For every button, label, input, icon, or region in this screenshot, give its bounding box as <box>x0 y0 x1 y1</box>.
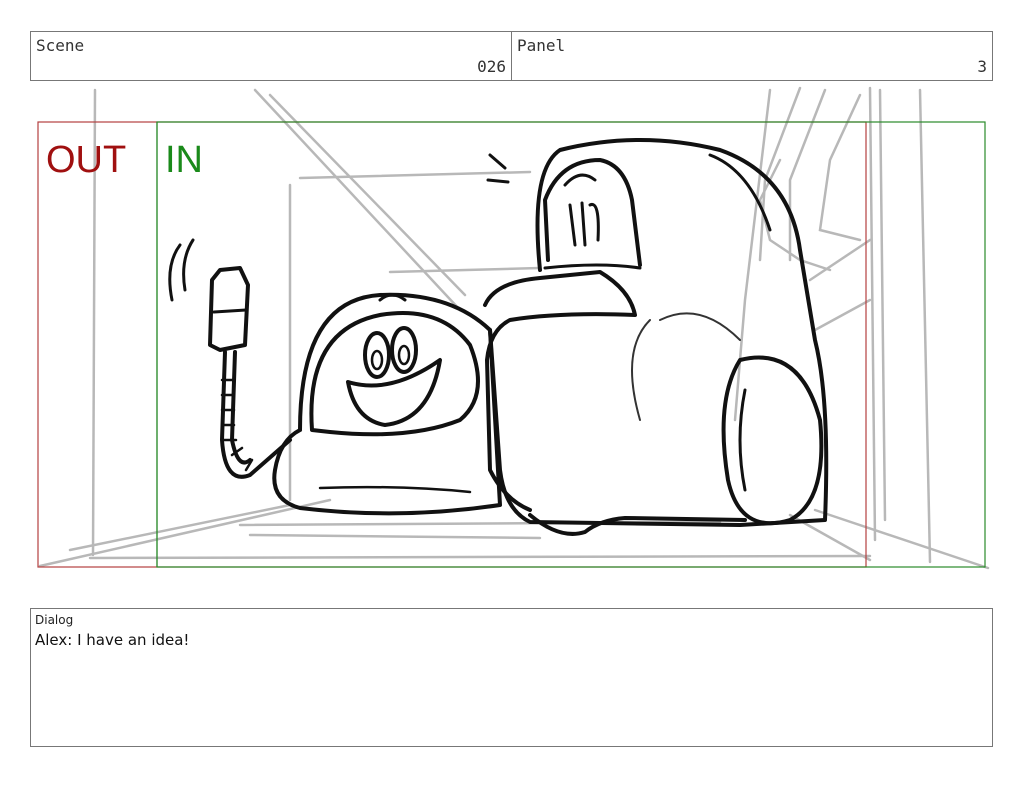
panel-label: Panel <box>517 36 566 55</box>
dialog-box: Dialog Alex: I have an idea! <box>30 608 993 747</box>
scene-cell: Scene 026 <box>31 32 511 80</box>
in-label: IN <box>165 139 203 181</box>
dialog-label: Dialog <box>35 613 74 627</box>
scene-number: 026 <box>477 57 506 76</box>
dialog-text: Alex: I have an idea! <box>35 631 190 649</box>
scene-label: Scene <box>36 36 85 55</box>
character-sketch <box>168 138 829 536</box>
panel-number: 3 <box>977 57 987 76</box>
panel-cell: Panel 3 <box>511 32 992 80</box>
out-label: OUT <box>46 139 126 181</box>
storyboard-panel: OUT IN <box>37 86 990 570</box>
storyboard-header: Scene 026 Panel 3 <box>30 31 993 81</box>
